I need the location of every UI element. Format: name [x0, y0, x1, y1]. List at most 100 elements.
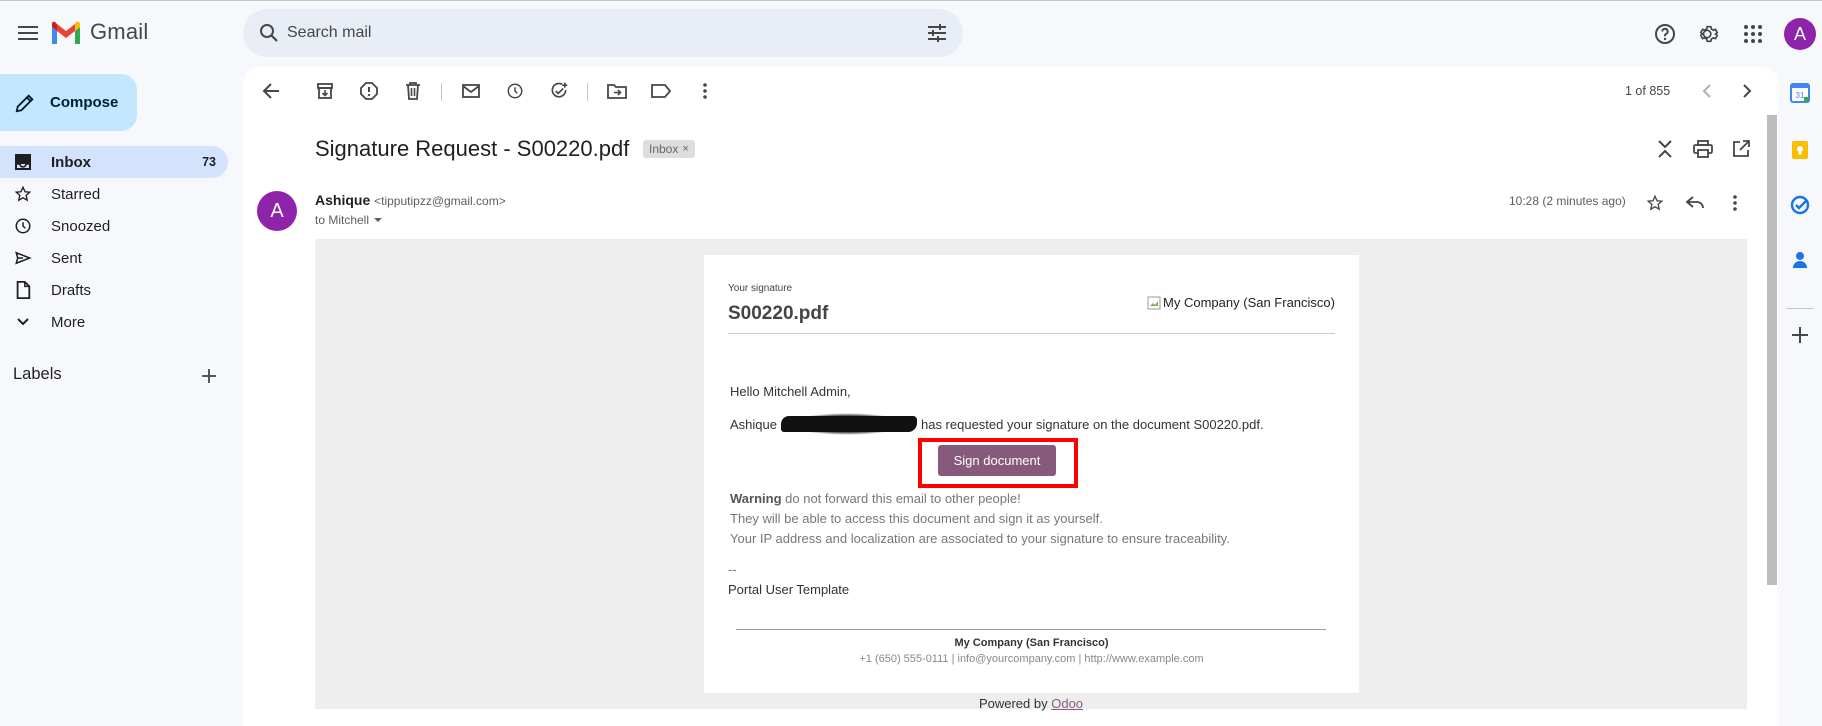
star-icon: [14, 185, 32, 203]
add-label-button[interactable]: [198, 365, 220, 387]
calendar-app-button[interactable]: 31: [1790, 83, 1810, 103]
clock-icon: [14, 217, 32, 235]
sidebar-item-starred[interactable]: Starred: [0, 178, 228, 210]
gear-icon: [1699, 25, 1719, 43]
warning-text: Warning do not forward this email to oth…: [730, 489, 1230, 549]
reply-button[interactable]: [1683, 191, 1707, 215]
star-button[interactable]: [1643, 191, 1667, 215]
signature-name: Portal User Template: [728, 582, 850, 597]
trash-icon: [406, 82, 420, 100]
account-avatar[interactable]: A: [1784, 18, 1816, 50]
open-in-new-icon: [1733, 140, 1750, 157]
mark-unread-button[interactable]: [459, 79, 483, 103]
main-menu-button[interactable]: [8, 13, 48, 53]
sidebar-item-more[interactable]: More: [0, 306, 228, 338]
move-to-button[interactable]: [605, 79, 629, 103]
google-apps-button[interactable]: [1733, 14, 1773, 54]
gmail-logo[interactable]: Gmail: [50, 19, 148, 45]
print-icon: [1693, 140, 1713, 158]
archive-button[interactable]: [313, 79, 337, 103]
more-actions-button[interactable]: [693, 79, 717, 103]
open-new-window-button[interactable]: [1729, 137, 1753, 161]
clock-icon: [507, 83, 523, 99]
report-spam-button[interactable]: [357, 79, 381, 103]
odoo-link[interactable]: Odoo: [1051, 696, 1083, 711]
compose-button[interactable]: Compose: [0, 74, 137, 131]
more-vert-icon: [1733, 195, 1737, 211]
chevron-left-icon: [1702, 84, 1711, 98]
collapse-all-button[interactable]: [1653, 137, 1677, 161]
tasks-icon: [1790, 195, 1810, 215]
broken-image-icon: [1147, 296, 1161, 309]
draft-icon: [14, 281, 32, 299]
keep-icon: [1792, 141, 1808, 159]
print-button[interactable]: [1691, 137, 1715, 161]
older-button[interactable]: [1735, 79, 1759, 103]
keep-app-button[interactable]: [1790, 140, 1810, 160]
company-image-alt-text: My Company (San Francisco): [1163, 295, 1335, 310]
sidebar-nav: Inbox 73 Starred Snoozed Sent Drafts Mor…: [0, 146, 228, 338]
chip-label: Inbox: [649, 142, 679, 156]
warning-line-1: do not forward this email to other peopl…: [785, 491, 1021, 506]
labels-button[interactable]: [649, 79, 673, 103]
newer-button[interactable]: [1695, 79, 1719, 103]
toolbar-divider: [441, 83, 442, 101]
request-text: Ashique has requested your signature on …: [730, 413, 1264, 435]
sidebar-item-sent[interactable]: Sent: [0, 242, 228, 274]
sidebar-item-drafts[interactable]: Drafts: [0, 274, 228, 306]
reply-icon: [1686, 196, 1704, 209]
calendar-icon: 31: [1790, 83, 1810, 103]
scrollbar[interactable]: [1767, 115, 1777, 585]
sender-name[interactable]: Ashique: [315, 192, 370, 208]
recipient-line[interactable]: to Mitchell: [315, 213, 383, 227]
message-time: 10:28 (2 minutes ago): [1509, 194, 1626, 208]
sign-document-button[interactable]: Sign document: [938, 445, 1056, 476]
unfold-less-icon: [1658, 140, 1672, 158]
document-name: S00220.pdf: [728, 303, 829, 324]
get-addons-button[interactable]: [1790, 325, 1810, 345]
snooze-button[interactable]: [503, 79, 527, 103]
tasks-app-button[interactable]: [1790, 195, 1810, 215]
contacts-app-button[interactable]: [1790, 250, 1810, 270]
compose-label: Compose: [50, 94, 119, 111]
labels-heading: Labels: [13, 365, 62, 383]
plus-icon: [202, 369, 216, 383]
add-task-icon: [551, 82, 568, 98]
plus-icon: [1792, 327, 1808, 343]
gmail-wordmark: Gmail: [90, 19, 149, 44]
warning-line-2: They will be able to access this documen…: [730, 511, 1103, 526]
redacted-email: [780, 413, 917, 435]
sidebar-item-label: Drafts: [51, 282, 92, 299]
sidebar-item-label: More: [51, 314, 86, 331]
star-icon: [1646, 194, 1664, 211]
report-icon: [360, 82, 378, 100]
settings-button[interactable]: [1689, 14, 1729, 54]
message-more-button[interactable]: [1723, 191, 1747, 215]
email-body: Your signature S00220.pdf My Company (Sa…: [315, 239, 1747, 711]
contacts-icon: [1793, 252, 1807, 268]
caret-down-icon[interactable]: [373, 217, 383, 223]
top-bar: Gmail A: [0, 1, 1822, 67]
search-input[interactable]: [287, 9, 847, 57]
apps-grid-icon: [1744, 25, 1762, 43]
close-icon[interactable]: ×: [682, 143, 688, 155]
add-to-tasks-button[interactable]: [547, 79, 571, 103]
chevron-right-icon: [1743, 84, 1752, 98]
back-button[interactable]: [259, 79, 283, 103]
header-divider: [728, 333, 1335, 334]
support-button[interactable]: [1645, 14, 1685, 54]
message-view: 1 of 855 Signature Request - S00220.pdf …: [243, 67, 1778, 726]
sidebar-item-snoozed[interactable]: Snoozed: [0, 210, 228, 242]
svg-text:31: 31: [1796, 91, 1805, 100]
gmail-m-icon: [52, 21, 80, 44]
sidebar-item-label: Inbox: [51, 154, 91, 171]
requester-name: Ashique: [730, 416, 777, 432]
send-icon: [14, 249, 32, 267]
sender-avatar[interactable]: A: [257, 191, 297, 231]
search-icon[interactable]: [257, 21, 281, 50]
sidebar-item-inbox[interactable]: Inbox 73: [0, 146, 228, 178]
arrow-back-icon: [262, 83, 279, 99]
inbox-label-chip[interactable]: Inbox ×: [643, 140, 695, 158]
search-options-icon[interactable]: [925, 21, 949, 50]
delete-button[interactable]: [401, 79, 425, 103]
